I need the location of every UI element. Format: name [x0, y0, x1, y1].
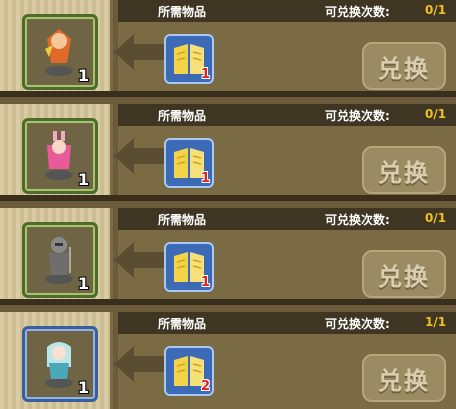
reward-count: 1 [77, 274, 89, 293]
exchange-times-label: 可兑换次数: [325, 5, 390, 19]
pink-bunny-figure-icon [45, 131, 73, 180]
exchange-times-label: 可兑换次数: [325, 213, 390, 227]
item-quantity: 2 [200, 379, 210, 394]
exchange-times-value: 0/1 [425, 3, 447, 17]
teal-girl-figure-icon [45, 342, 73, 388]
required-item-slot[interactable]: 1 [164, 138, 214, 188]
row-separator [0, 299, 456, 305]
row-separator [0, 195, 456, 201]
exchange-times-value: 0/1 [425, 107, 447, 121]
reward-slot[interactable]: 1 [22, 118, 98, 194]
exchange-times-label: 可兑换次数: [325, 109, 390, 123]
reward-slot[interactable]: 1 [22, 222, 98, 298]
reward-count: 1 [77, 378, 89, 397]
red-fox-figure-icon [45, 29, 73, 76]
exchange-times-value: 0/1 [425, 211, 447, 225]
item-quantity: 1 [200, 275, 210, 290]
exchange-row: 1 所需物品 可兑换次数: 0/1 1 兑换 [0, 104, 456, 201]
required-items-label: 所需物品 [158, 109, 207, 123]
required-item-slot[interactable]: 1 [164, 242, 214, 292]
exchange-times-value: 1/1 [425, 315, 447, 329]
required-items-label: 所需物品 [158, 317, 207, 331]
required-items-label: 所需物品 [158, 5, 207, 19]
required-item-slot[interactable]: 2 [164, 346, 214, 396]
knight-figure-icon [45, 237, 73, 284]
reward-slot[interactable]: 1 [22, 14, 98, 90]
row-separator [0, 91, 456, 97]
exchange-row: 1 所需物品 可兑换次数: 0/1 1 兑换 [0, 0, 456, 97]
exchange-button[interactable]: 兑换 [362, 42, 446, 90]
required-items-label: 所需物品 [158, 213, 207, 227]
item-quantity: 1 [200, 67, 210, 82]
exchange-times-label: 可兑换次数: [325, 317, 390, 331]
reward-count: 1 [77, 66, 89, 85]
reward-slot[interactable]: 1 [22, 326, 98, 402]
exchange-button[interactable]: 兑换 [362, 354, 446, 402]
exchange-button[interactable]: 兑换 [362, 146, 446, 194]
exchange-row: 1 所需物品 可兑换次数: 1/1 2 兑换 [0, 312, 456, 409]
exchange-button[interactable]: 兑换 [362, 250, 446, 298]
required-item-slot[interactable]: 1 [164, 34, 214, 84]
exchange-row: 1 所需物品 可兑换次数: 0/1 1 兑换 [0, 208, 456, 305]
reward-count: 1 [77, 170, 89, 189]
item-quantity: 1 [200, 171, 210, 186]
